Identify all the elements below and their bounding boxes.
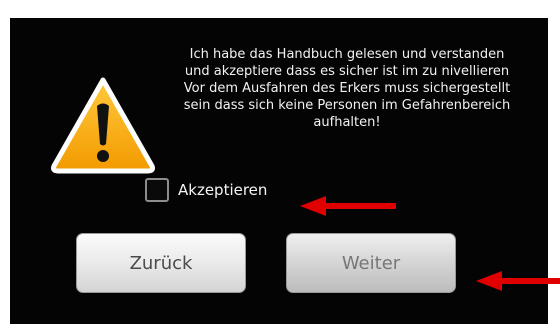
screenshot-frame: Ich habe das Handbuch gelesen und versta… bbox=[0, 0, 560, 326]
back-button[interactable]: Zurück bbox=[76, 233, 246, 293]
warning-message: Ich habe das Handbuch gelesen und versta… bbox=[183, 47, 511, 130]
red-arrow-pointer-next bbox=[476, 271, 560, 291]
red-arrow-pointer-checkbox bbox=[300, 196, 396, 216]
accept-row[interactable]: Akzeptieren bbox=[145, 174, 267, 206]
accept-checkbox[interactable] bbox=[145, 178, 169, 202]
accept-checkbox-label[interactable]: Akzeptieren bbox=[178, 181, 267, 199]
next-button[interactable]: Weiter bbox=[286, 233, 456, 293]
warning-triangle-icon bbox=[51, 77, 155, 174]
